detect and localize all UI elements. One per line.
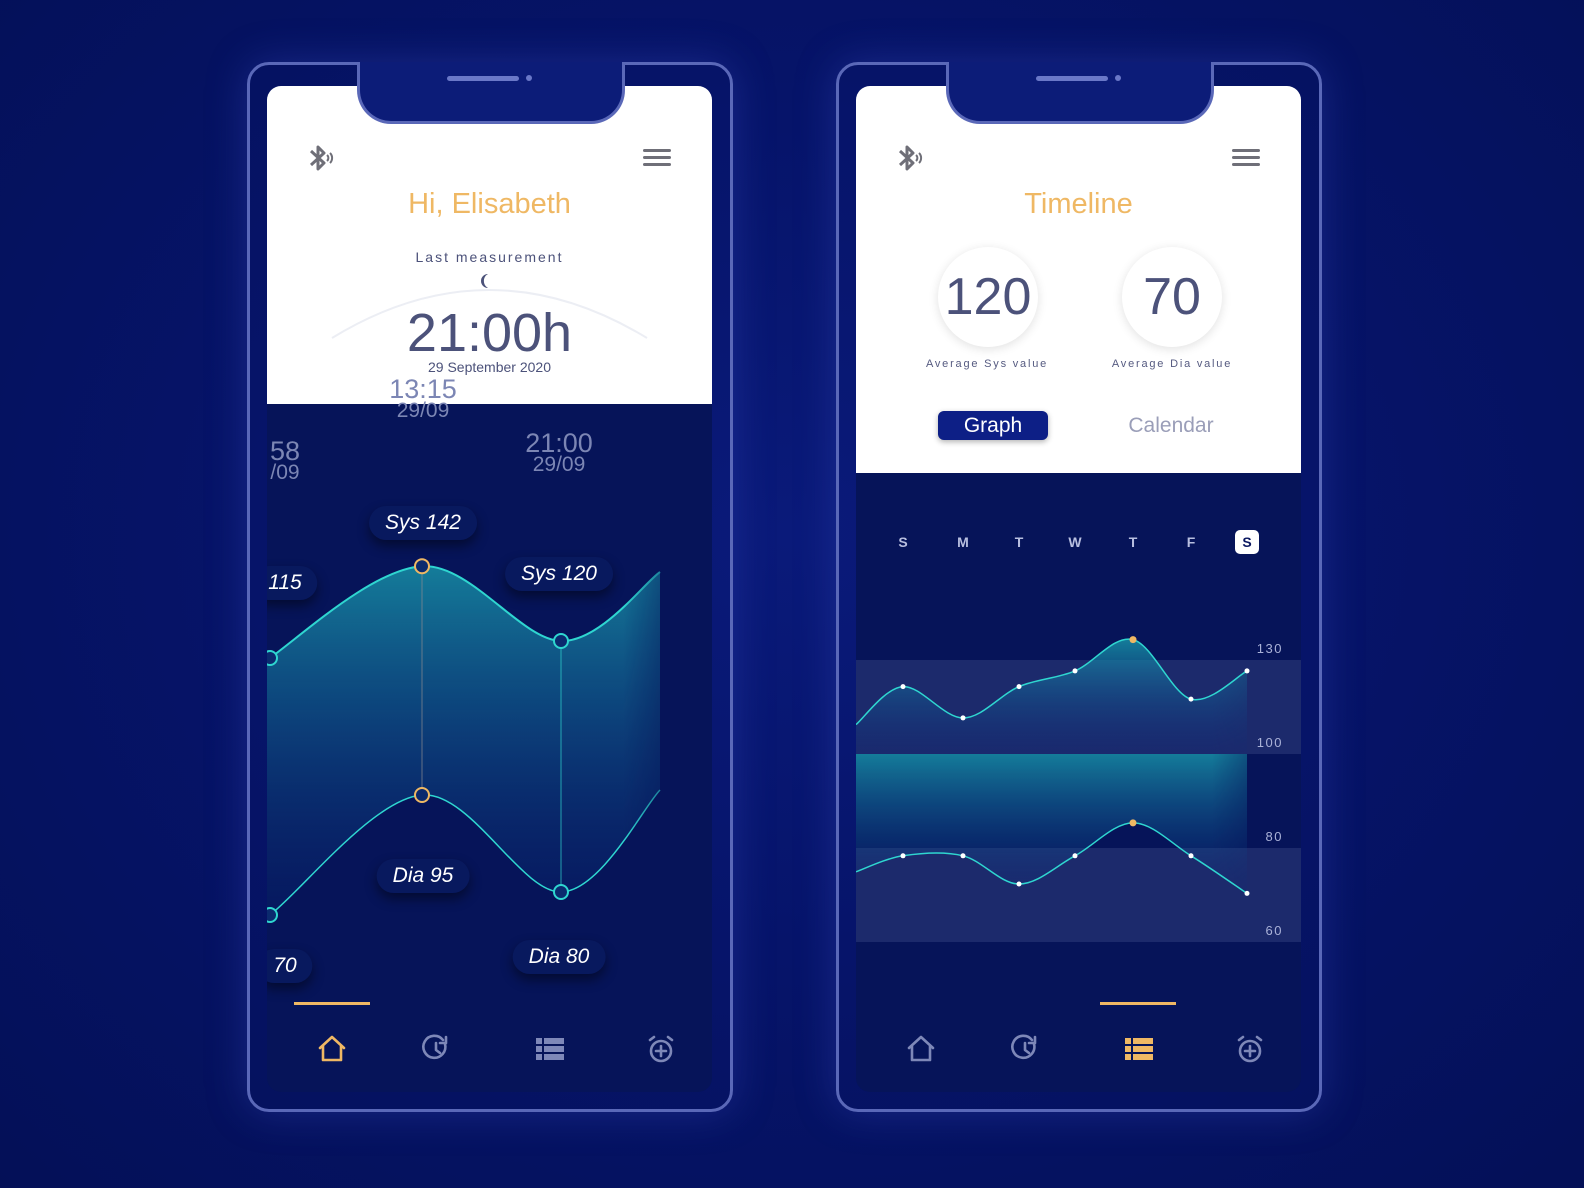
sys-point[interactable] xyxy=(1016,684,1022,690)
history-icon xyxy=(422,1034,448,1060)
dia-label[interactable]: Dia 95 xyxy=(376,859,470,893)
reading-timestamp: 21:00 29/09 xyxy=(525,428,593,476)
dia-point[interactable] xyxy=(1244,890,1250,896)
list-icon xyxy=(536,1038,564,1060)
tab-calendar[interactable]: Calendar xyxy=(1111,411,1231,440)
last-measurement-label: Last measurement xyxy=(415,249,564,265)
tab-graph[interactable]: Graph xyxy=(938,411,1048,440)
alarm-add-icon xyxy=(648,1035,674,1063)
dia-point[interactable] xyxy=(1016,881,1022,887)
bottom-nav xyxy=(267,1002,712,1092)
reading-date: 29/09 xyxy=(532,453,586,476)
nav-history[interactable] xyxy=(411,1024,461,1074)
reading-timestamp: 58/09 xyxy=(269,436,301,484)
reading-date: 29/09 xyxy=(396,399,450,422)
y-tick-label: 80 xyxy=(1265,829,1283,844)
dia-point[interactable] xyxy=(960,853,966,859)
alarm-add-icon xyxy=(1237,1035,1263,1063)
avg-dia-value: 70 xyxy=(1122,247,1222,347)
dia-point[interactable] xyxy=(1129,819,1137,827)
bluetooth-icon[interactable] xyxy=(305,142,337,174)
bottom-nav xyxy=(856,1002,1301,1092)
avg-dia-label: Average Dia value xyxy=(1111,358,1233,370)
reading-timestamp: 13:15 29/09 xyxy=(389,374,457,422)
reading-date: /09 xyxy=(270,461,300,484)
reading-time: 13:15 xyxy=(389,374,457,404)
page-title: Timeline xyxy=(1024,188,1133,220)
sys-label[interactable]: 115 xyxy=(267,566,318,600)
sys-point[interactable] xyxy=(1244,668,1250,674)
home-screen: Hi, Elisabeth Last measurement 21:00h 29… xyxy=(267,86,712,1092)
camera xyxy=(1115,75,1121,81)
speaker xyxy=(1036,76,1108,81)
home-chart xyxy=(267,558,661,923)
history-icon xyxy=(1011,1034,1037,1060)
sys-point[interactable] xyxy=(1188,696,1194,702)
dia-point[interactable] xyxy=(900,853,906,859)
y-tick-label: 100 xyxy=(1256,735,1283,750)
sys-label[interactable]: Sys 142 xyxy=(369,506,477,540)
reading-time: 58 xyxy=(269,436,301,466)
nav-home[interactable] xyxy=(896,1024,946,1074)
camera xyxy=(526,75,532,81)
y-tick-label: 130 xyxy=(1256,641,1283,656)
dia-label[interactable]: Dia 80 xyxy=(512,940,606,974)
greeting: Hi, Elisabeth xyxy=(408,188,571,220)
dia-point[interactable] xyxy=(267,907,278,923)
day-label-1[interactable]: M xyxy=(951,530,975,554)
speaker xyxy=(447,76,519,81)
sys-point[interactable] xyxy=(960,715,966,721)
day-label-6[interactable]: S xyxy=(1235,530,1259,554)
day-label-4[interactable]: T xyxy=(1121,530,1145,554)
avg-sys-value: 120 xyxy=(938,247,1038,347)
sys-point[interactable] xyxy=(414,558,430,575)
dia-point[interactable] xyxy=(1072,853,1078,859)
sys-point[interactable] xyxy=(1129,636,1137,644)
sys-point[interactable] xyxy=(553,633,569,649)
nav-list[interactable] xyxy=(524,1024,574,1074)
measurement-date: 29 September 2020 xyxy=(428,359,551,375)
menu-icon[interactable] xyxy=(643,148,671,168)
notch xyxy=(946,62,1214,124)
list-icon xyxy=(1125,1038,1153,1060)
timeline-screen: Timeline 120 70 Average Sys value Averag… xyxy=(856,86,1301,1092)
menu-icon[interactable] xyxy=(1232,148,1260,168)
dia-point[interactable] xyxy=(1188,853,1194,859)
dia-point[interactable] xyxy=(414,787,430,803)
home-icon xyxy=(318,1035,346,1062)
active-indicator xyxy=(294,1002,370,1005)
nav-home[interactable] xyxy=(307,1024,357,1074)
sys-label[interactable]: Sys 120 xyxy=(505,557,613,591)
timeline-chart xyxy=(856,636,1301,942)
sys-point[interactable] xyxy=(1072,668,1078,674)
reading-time: 21:00 xyxy=(525,428,593,458)
avg-sys-label: Average Sys value xyxy=(925,358,1049,370)
bluetooth-icon[interactable] xyxy=(894,142,926,174)
day-label-0[interactable]: S xyxy=(891,530,915,554)
nav-history[interactable] xyxy=(1000,1024,1050,1074)
y-tick-label: 60 xyxy=(1265,923,1283,938)
sys-point[interactable] xyxy=(267,650,278,666)
day-label-5[interactable]: F xyxy=(1179,530,1203,554)
nav-alarm-add[interactable] xyxy=(636,1024,686,1074)
dia-label[interactable]: 70 xyxy=(267,949,313,983)
nav-list[interactable] xyxy=(1113,1024,1163,1074)
day-label-3[interactable]: W xyxy=(1063,530,1087,554)
nav-alarm-add[interactable] xyxy=(1225,1024,1275,1074)
day-label-2[interactable]: T xyxy=(1007,530,1031,554)
dia-point[interactable] xyxy=(553,884,569,900)
notch xyxy=(357,62,625,124)
measurement-time: 21:00h xyxy=(406,303,573,363)
active-indicator xyxy=(1100,1002,1176,1005)
sys-point[interactable] xyxy=(900,684,906,690)
home-icon xyxy=(907,1035,935,1062)
